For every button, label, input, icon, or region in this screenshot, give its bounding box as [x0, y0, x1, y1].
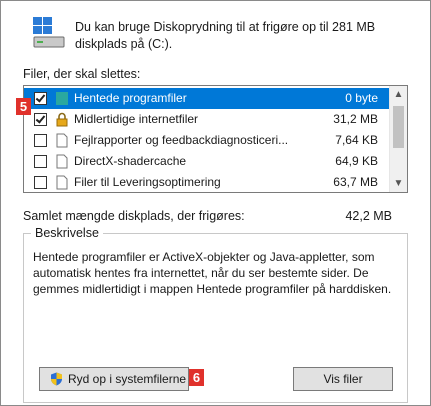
disk-cleanup-dialog: Du kan bruge Diskoprydning til at frigør… — [0, 0, 431, 406]
disk-cleanup-icon — [33, 17, 65, 48]
files-to-delete-list[interactable]: Hentede programfiler 0 byte Midlertidige… — [23, 85, 408, 193]
list-item-name: Midlertidige internetfiler — [74, 112, 199, 126]
checkbox[interactable] — [34, 92, 47, 105]
header-line-1: Du kan bruge Diskoprydning til at frigør… — [75, 20, 376, 34]
view-files-button[interactable]: Vis filer — [293, 367, 393, 391]
list-item-size: 0 byte — [345, 91, 378, 105]
list-item-delivery-optimization-files[interactable]: Filer til Leveringsoptimering 63,7 MB — [24, 172, 390, 192]
lock-icon — [56, 112, 68, 127]
shield-icon — [51, 372, 62, 386]
clean-up-system-files-button[interactable]: Ryd op i systemfilerne — [39, 367, 189, 391]
vertical-scrollbar[interactable]: ▲ ▼ — [389, 86, 407, 192]
header-message: Du kan bruge Diskoprydning til at frigør… — [75, 19, 405, 53]
folder-teal-icon — [56, 92, 68, 105]
callout-badge-6: 6 — [189, 369, 204, 386]
description-text: Hentede programfiler er ActiveX-objekter… — [33, 250, 392, 296]
list-item-size: 63,7 MB — [333, 175, 378, 189]
total-space-label: Samlet mængde diskplads, der frigøres: — [23, 209, 245, 223]
list-item-error-reports[interactable]: Fejlrapporter og feedbackdiagnosticeri..… — [24, 130, 390, 151]
file-icon — [56, 154, 68, 169]
clean-up-system-files-label: Ryd op i systemfilerne — [68, 372, 187, 386]
checkbox[interactable] — [34, 113, 47, 126]
total-space-value: 42,2 MB — [345, 209, 392, 223]
file-icon — [56, 175, 68, 190]
list-item-name: Hentede programfiler — [74, 91, 187, 105]
scroll-up-arrow-icon[interactable]: ▲ — [390, 86, 407, 103]
list-item-size: 64,9 KB — [335, 154, 378, 168]
callout-badge-5: 5 — [16, 98, 31, 115]
list-item-size: 31,2 MB — [333, 112, 378, 126]
description-title: Beskrivelse — [31, 226, 103, 240]
checkbox[interactable] — [34, 176, 47, 189]
file-icon — [56, 133, 68, 148]
checkbox[interactable] — [34, 134, 47, 147]
list-item-name: Fejlrapporter og feedbackdiagnosticeri..… — [74, 133, 289, 147]
header-line-2: diskplads på (C:). — [75, 37, 173, 51]
scroll-down-arrow-icon[interactable]: ▼ — [390, 175, 407, 192]
list-item-downloaded-program-files[interactable]: Hentede programfiler 0 byte — [24, 88, 390, 109]
list-item-name: Filer til Leveringsoptimering — [74, 175, 221, 189]
checkbox[interactable] — [34, 155, 47, 168]
list-item-size: 7,64 KB — [335, 133, 378, 147]
files-to-delete-label: Filer, der skal slettes: — [23, 67, 141, 81]
list-item-temporary-internet-files[interactable]: Midlertidige internetfiler 31,2 MB — [24, 109, 390, 130]
scroll-thumb[interactable] — [393, 106, 404, 148]
list-item-name: DirectX-shadercache — [74, 154, 187, 168]
list-item-directx-shader-cache[interactable]: DirectX-shadercache 64,9 KB — [24, 151, 390, 172]
